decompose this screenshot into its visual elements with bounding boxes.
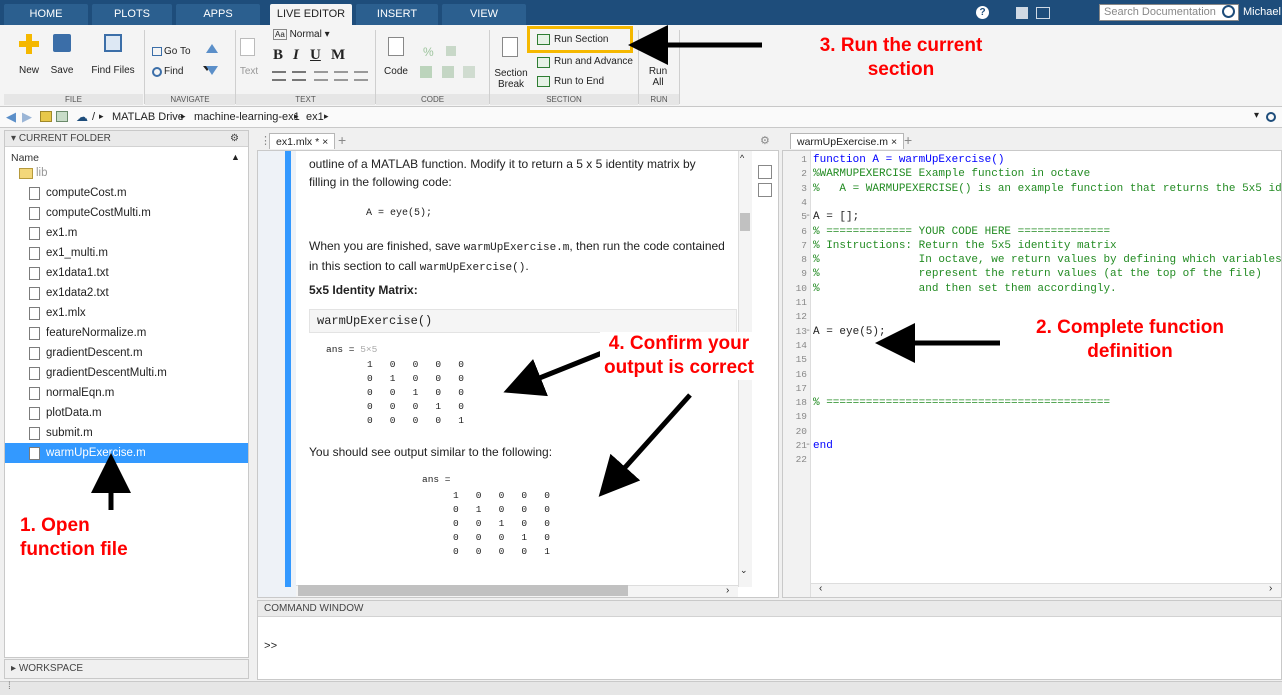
arrow-output-1 [503, 350, 603, 397]
annotation-4: 4. Confirm your output is correct [600, 332, 758, 380]
annotation-3: 3. Run the current section [819, 35, 983, 80]
arrow-output-2 [598, 393, 692, 497]
annotation-1: 1. Open function file [20, 515, 128, 560]
annotation-2: 2. Complete function definition [1036, 317, 1224, 362]
